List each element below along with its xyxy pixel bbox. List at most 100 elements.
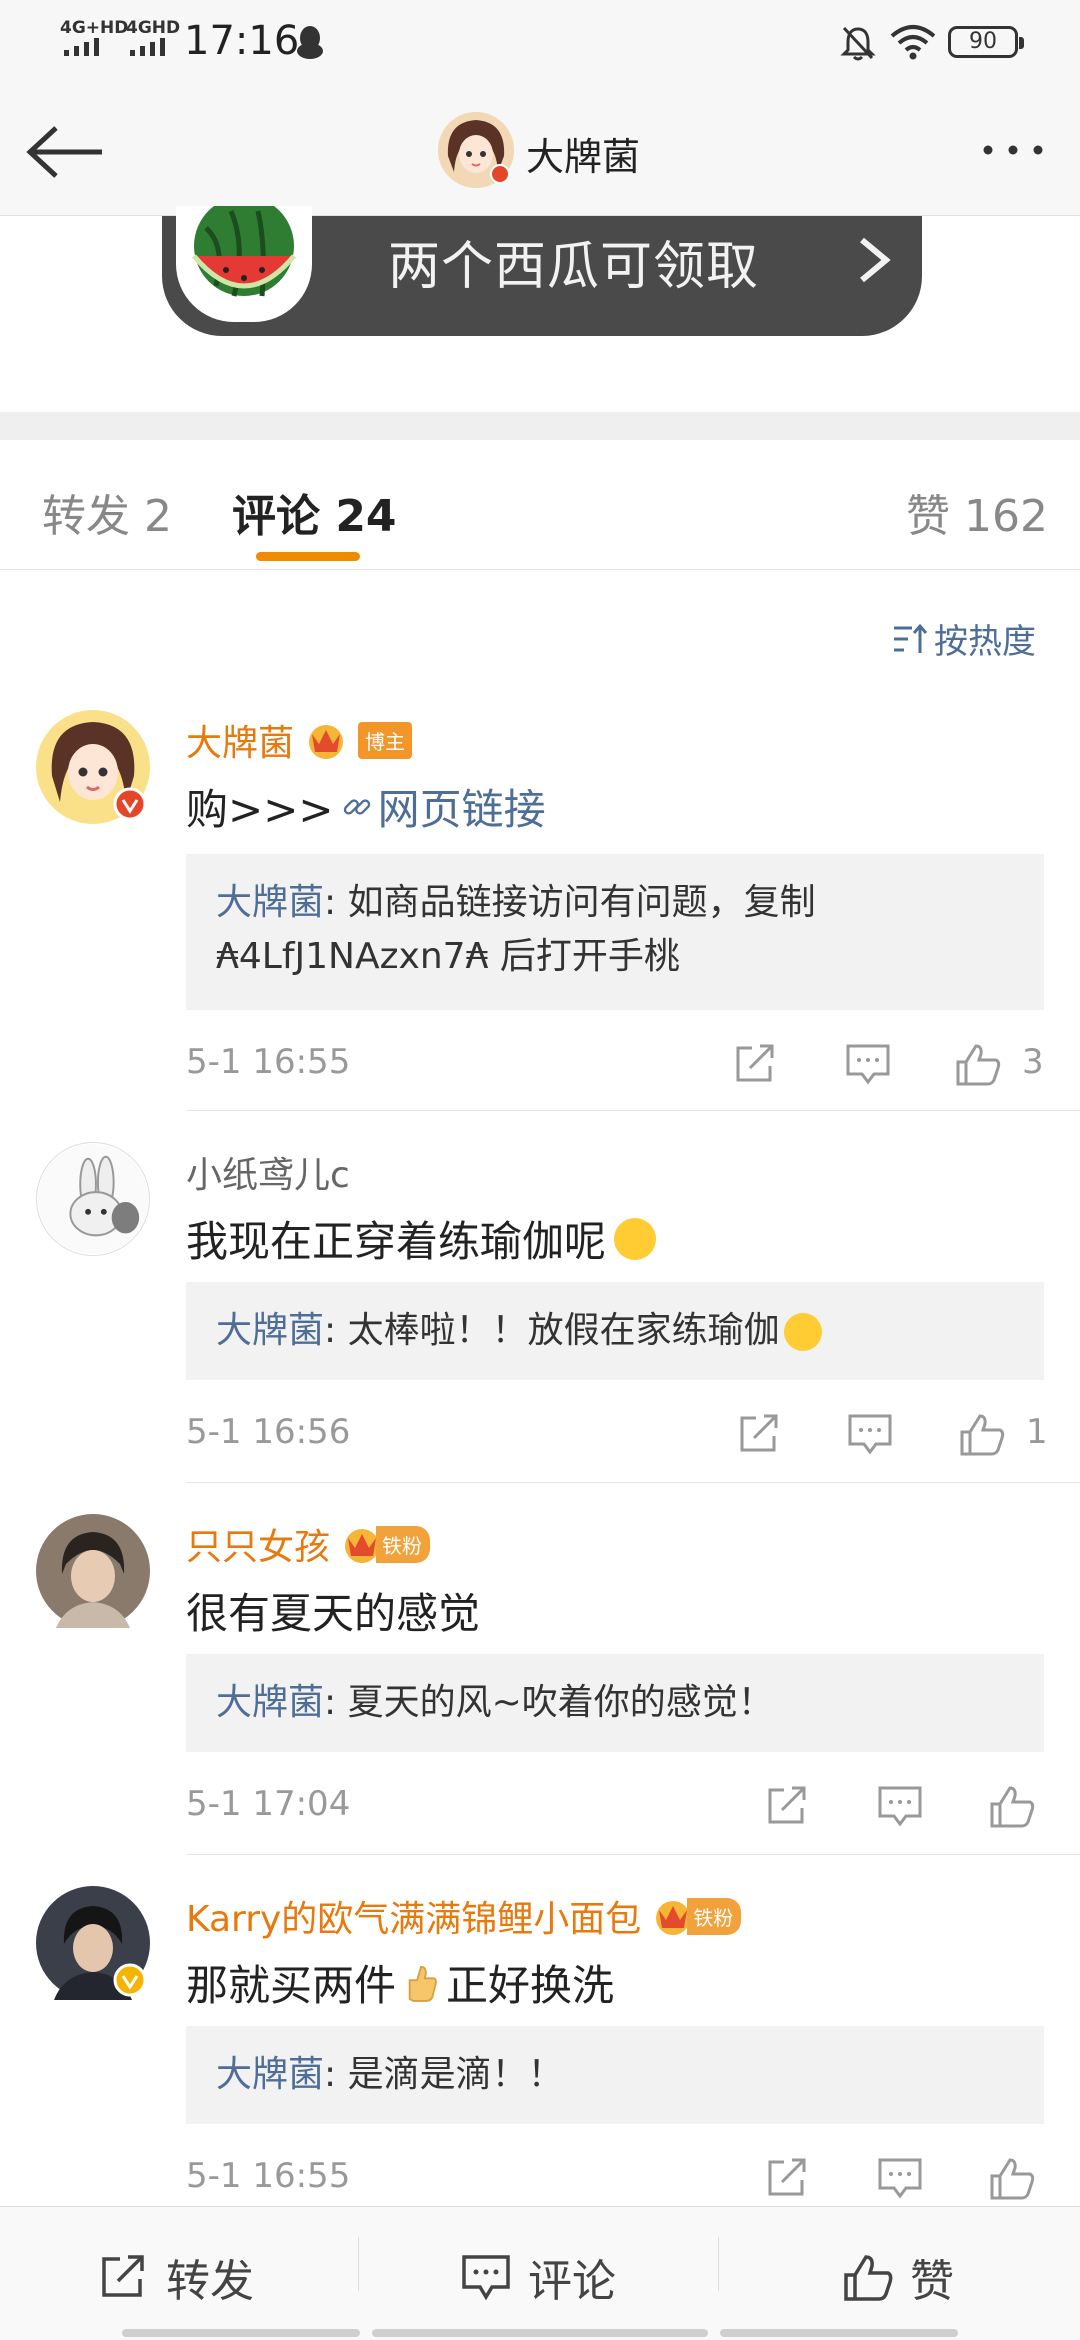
promo-text: 两个西瓜可领取 xyxy=(388,237,760,297)
comment-text: 我现在正穿着练瑜伽呢 xyxy=(186,1217,607,1266)
watermelon-icon xyxy=(176,206,312,322)
comment-actions: 1 xyxy=(720,1406,1080,1466)
fan-badge-label: 铁粉 xyxy=(687,1897,742,1935)
reply-author[interactable]: 大牌菌 xyxy=(216,1682,324,1723)
signal-bars-1-icon xyxy=(64,38,99,56)
comment-divider xyxy=(186,1854,1080,1855)
reply-author[interactable]: 大牌菌 xyxy=(216,882,324,923)
repost-label: 转发 xyxy=(166,2256,254,2307)
like-icon[interactable] xyxy=(988,1784,1036,1828)
bell-muted-icon xyxy=(840,26,876,61)
like-label: 赞 xyxy=(910,2256,954,2307)
bottom-separator xyxy=(358,2237,359,2291)
sort-icon xyxy=(894,623,928,653)
scroll-indicator xyxy=(720,2329,958,2337)
comment-text-part-1: 那就买两件 xyxy=(186,1961,397,2010)
comment-icon[interactable] xyxy=(876,2156,924,2200)
page-title: 大牌菌 xyxy=(526,135,641,179)
comment-icon[interactable] xyxy=(876,1784,924,1828)
commenter-name[interactable]: 小纸鸢儿c xyxy=(186,1146,350,1198)
commenter-name[interactable]: Karry的欧气满满锦鲤小面包 xyxy=(186,1890,641,1942)
author-badge: 博主 xyxy=(358,721,413,759)
bottom-separator xyxy=(718,2237,719,2291)
repost-icon[interactable] xyxy=(764,1784,812,1828)
link-icon xyxy=(343,798,370,815)
like-count: 3 xyxy=(1022,1042,1044,1082)
reply-text: : 是滴是滴！！ xyxy=(324,2054,564,2095)
like-button[interactable]: 赞 xyxy=(842,2245,954,2309)
qq-penguin-icon xyxy=(297,26,323,59)
comment-time: 5-1 16:55 xyxy=(186,2156,351,2196)
comment-text: 很有夏天的感觉 xyxy=(186,1589,481,1638)
bottom-action-bar: 转发 评论 赞 xyxy=(0,2206,1080,2340)
comment-icon[interactable] xyxy=(844,1042,892,1086)
reply-text: : 夏天的风~吹着你的感觉！ xyxy=(324,1682,774,1723)
comment-icon xyxy=(462,2255,510,2301)
scroll-indicator xyxy=(372,2329,708,2337)
like-icon[interactable] xyxy=(988,2156,1036,2200)
web-link-label: 网页链接 xyxy=(377,785,546,834)
tab-reposts[interactable]: 转发 2 xyxy=(42,480,172,544)
commenter-name[interactable]: 大牌菌 xyxy=(186,714,294,766)
repost-icon xyxy=(102,2255,144,2297)
like-icon[interactable] xyxy=(958,1412,1006,1456)
signal-bars-2-icon xyxy=(130,38,165,56)
chevron-right-icon xyxy=(860,237,891,283)
active-tab-indicator xyxy=(256,552,360,561)
comment-divider xyxy=(186,1110,1080,1111)
reply-box[interactable]: 大牌菌: 夏天的风~吹着你的感觉！ xyxy=(186,1654,1044,1752)
network-label-1: 4G+HD xyxy=(60,18,129,38)
fan-badge-label: 铁粉 xyxy=(376,1525,431,1563)
repost-icon[interactable] xyxy=(732,1042,780,1086)
tab-likes[interactable]: 赞 162 xyxy=(906,480,1048,544)
grin-emoji-icon xyxy=(783,1313,822,1351)
battery-icon: 90 xyxy=(948,26,1024,58)
comment-text: 购>>> xyxy=(186,785,334,834)
repost-button[interactable]: 转发 xyxy=(98,2245,254,2309)
clock: 17:16 xyxy=(184,18,300,64)
network-label-2: 4GHD xyxy=(126,18,181,38)
comment-time: 5-1 16:55 xyxy=(186,1042,351,1082)
avatar[interactable] xyxy=(36,1514,150,1628)
comment-actions xyxy=(720,1778,1080,1838)
reply-text: : 太棒啦！！放假在家练瑜伽 xyxy=(324,1310,780,1351)
scroll-indicator xyxy=(122,2329,360,2337)
avatar[interactable] xyxy=(36,1142,150,1256)
comment-actions: 3 xyxy=(720,1036,1080,1096)
comment-time: 5-1 17:04 xyxy=(186,1784,351,1824)
thumbs-up-emoji-icon xyxy=(408,1965,437,2002)
reply-box[interactable]: 大牌菌: 太棒啦！！放假在家练瑜伽 xyxy=(186,1282,1044,1380)
comment-divider xyxy=(186,1482,1080,1483)
avatar[interactable] xyxy=(36,1886,150,2000)
reply-box[interactable]: 大牌菌: 是滴是滴！！ xyxy=(186,2026,1044,2124)
comment-actions xyxy=(720,2150,1080,2210)
reply-box[interactable]: 大牌菌: 如商品链接访问有问题，复制 ₳4LfJ1NAzxn7₳ 后打开手桃 xyxy=(186,854,1044,1010)
author-avatar[interactable] xyxy=(438,112,514,188)
sort-button[interactable]: 按热度 xyxy=(892,614,1036,663)
nav-bar: 大牌菌 xyxy=(0,86,1080,216)
like-icon xyxy=(844,2255,893,2301)
laughing-emoji-icon xyxy=(614,1217,657,1260)
comment-button[interactable]: 评论 xyxy=(460,2245,616,2309)
tab-comments[interactable]: 评论 24 xyxy=(232,480,397,544)
comment-time: 5-1 16:56 xyxy=(186,1412,351,1452)
reply-author[interactable]: 大牌菌 xyxy=(216,2054,324,2095)
comment-label: 评论 xyxy=(528,2256,616,2307)
repost-icon[interactable] xyxy=(764,2156,812,2200)
section-divider xyxy=(0,412,1080,440)
repost-icon[interactable] xyxy=(736,1412,784,1456)
like-count: 1 xyxy=(1026,1412,1048,1452)
like-icon[interactable] xyxy=(954,1042,1002,1086)
comment-icon[interactable] xyxy=(846,1412,894,1456)
back-arrow-icon[interactable] xyxy=(26,124,106,180)
web-link[interactable]: 网页链接 xyxy=(342,776,546,837)
fan-badge: 铁粉 xyxy=(340,1524,431,1564)
avatar[interactable] xyxy=(36,710,150,824)
commenter-name[interactable]: 只只女孩 xyxy=(186,1518,330,1570)
comment-text-part-2: 正好换洗 xyxy=(446,1961,615,2010)
status-bar: 4G+HD 4GHD 17:16 90 xyxy=(0,0,1080,86)
sort-label: 按热度 xyxy=(934,622,1036,662)
more-dots-icon[interactable] xyxy=(978,140,1048,160)
crown-badge-icon xyxy=(309,725,344,759)
reply-author[interactable]: 大牌菌 xyxy=(216,1310,324,1351)
